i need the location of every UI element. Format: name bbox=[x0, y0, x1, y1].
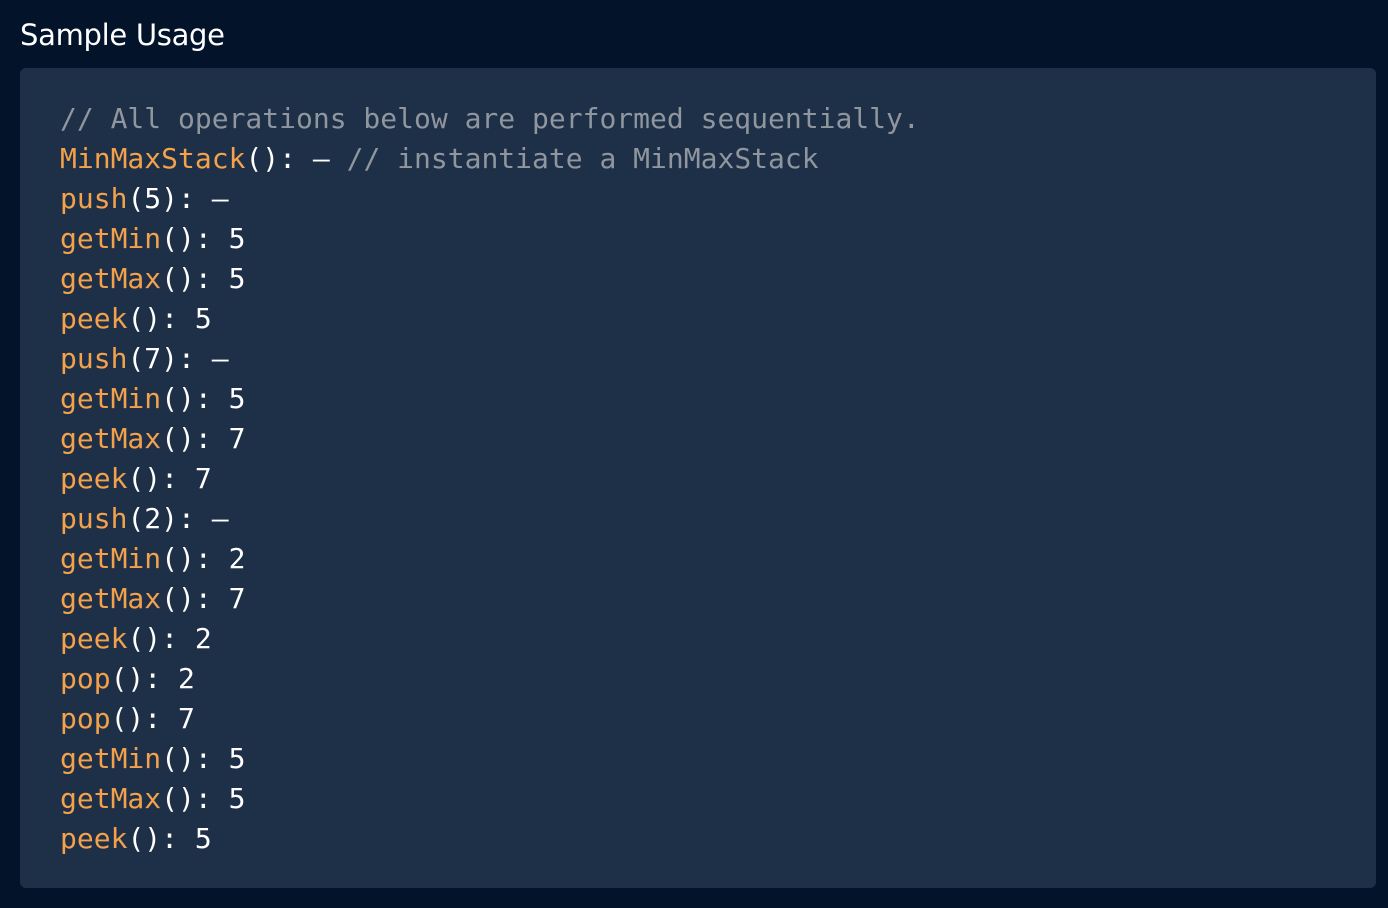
code-line: push(2): – bbox=[60, 502, 229, 535]
code-result: 5 bbox=[228, 382, 246, 415]
code-function-name: getMin bbox=[60, 222, 162, 255]
code-function-name: getMax bbox=[60, 262, 162, 295]
code-arguments: () bbox=[110, 662, 145, 695]
code-line: getMin(): 5 bbox=[60, 222, 246, 255]
code-function-name: getMax bbox=[60, 582, 162, 615]
code-result: – bbox=[211, 342, 229, 375]
code-function-name: peek bbox=[60, 822, 128, 855]
code-function-name: push bbox=[60, 182, 128, 215]
code-line: MinMaxStack(): – // instantiate a MinMax… bbox=[60, 142, 819, 175]
code-line: getMax(): 7 bbox=[60, 582, 246, 615]
code-line: getMax(): 7 bbox=[60, 422, 246, 455]
code-function-name: pop bbox=[60, 662, 111, 695]
code-line: getMin(): 2 bbox=[60, 542, 246, 575]
code-line: pop(): 2 bbox=[60, 662, 195, 695]
code-function-name: getMax bbox=[60, 422, 162, 455]
code-arguments: () bbox=[161, 582, 195, 615]
code-result: 5 bbox=[228, 742, 246, 775]
code-line: peek(): 7 bbox=[60, 462, 212, 495]
code-line: peek(): 5 bbox=[60, 302, 212, 335]
code-arguments: (5) bbox=[127, 182, 179, 215]
code-line: push(5): – bbox=[60, 182, 229, 215]
code-line: pop(): 7 bbox=[60, 702, 195, 735]
code-function-name: getMin bbox=[60, 742, 162, 775]
code-result: 7 bbox=[228, 582, 246, 615]
code-arguments: () bbox=[127, 462, 162, 495]
code-function-name: getMin bbox=[60, 382, 162, 415]
code-result: 5 bbox=[228, 262, 246, 295]
code-result: 7 bbox=[194, 462, 212, 495]
code-result: 7 bbox=[178, 702, 195, 735]
code-lines: // All operations below are performed se… bbox=[60, 99, 1376, 859]
code-comment: // instantiate a MinMaxStack bbox=[346, 142, 819, 175]
code-line: peek(): 5 bbox=[60, 822, 212, 855]
code-block: // All operations below are performed se… bbox=[20, 68, 1376, 888]
code-function-name: MinMaxStack bbox=[60, 142, 246, 175]
code-function-name: getMin bbox=[60, 542, 162, 575]
code-function-name: peek bbox=[60, 462, 128, 495]
code-arguments: () bbox=[161, 382, 195, 415]
code-arguments: (2) bbox=[127, 502, 179, 535]
code-arguments: () bbox=[161, 422, 195, 455]
code-arguments: () bbox=[161, 742, 195, 775]
code-line: push(7): – bbox=[60, 342, 229, 375]
code-function-name: peek bbox=[60, 622, 128, 655]
code-result: 2 bbox=[178, 662, 195, 695]
code-arguments: () bbox=[245, 142, 280, 175]
code-line: peek(): 2 bbox=[60, 622, 212, 655]
code-line: getMin(): 5 bbox=[60, 382, 246, 415]
code-comment: // All operations below are performed se… bbox=[60, 102, 920, 135]
code-arguments: () bbox=[161, 542, 195, 575]
code-result: 2 bbox=[228, 542, 246, 575]
code-arguments: () bbox=[110, 702, 145, 735]
code-result: 2 bbox=[194, 622, 212, 655]
code-result: 5 bbox=[194, 822, 212, 855]
code-arguments: () bbox=[161, 782, 195, 815]
code-result: 7 bbox=[228, 422, 246, 455]
code-arguments: (7) bbox=[127, 342, 179, 375]
code-result: 5 bbox=[228, 782, 246, 815]
code-arguments: () bbox=[161, 222, 195, 255]
code-line: getMax(): 5 bbox=[60, 262, 246, 295]
code-result: – bbox=[211, 182, 229, 215]
code-arguments: () bbox=[127, 622, 162, 655]
code-arguments: () bbox=[161, 262, 195, 295]
code-function-name: getMax bbox=[60, 782, 162, 815]
code-result: 5 bbox=[228, 222, 246, 255]
section-title: Sample Usage bbox=[20, 18, 225, 52]
code-result: 5 bbox=[194, 302, 212, 335]
code-result: – bbox=[312, 142, 330, 175]
code-line: // All operations below are performed se… bbox=[60, 99, 1376, 139]
code-function-name: peek bbox=[60, 302, 128, 335]
code-function-name: push bbox=[60, 502, 128, 535]
code-result: – bbox=[211, 502, 229, 535]
code-line: getMax(): 5 bbox=[60, 782, 246, 815]
code-function-name: pop bbox=[60, 702, 111, 735]
code-arguments: () bbox=[127, 302, 162, 335]
code-arguments: () bbox=[127, 822, 162, 855]
code-line: getMin(): 5 bbox=[60, 742, 246, 775]
code-function-name: push bbox=[60, 342, 128, 375]
